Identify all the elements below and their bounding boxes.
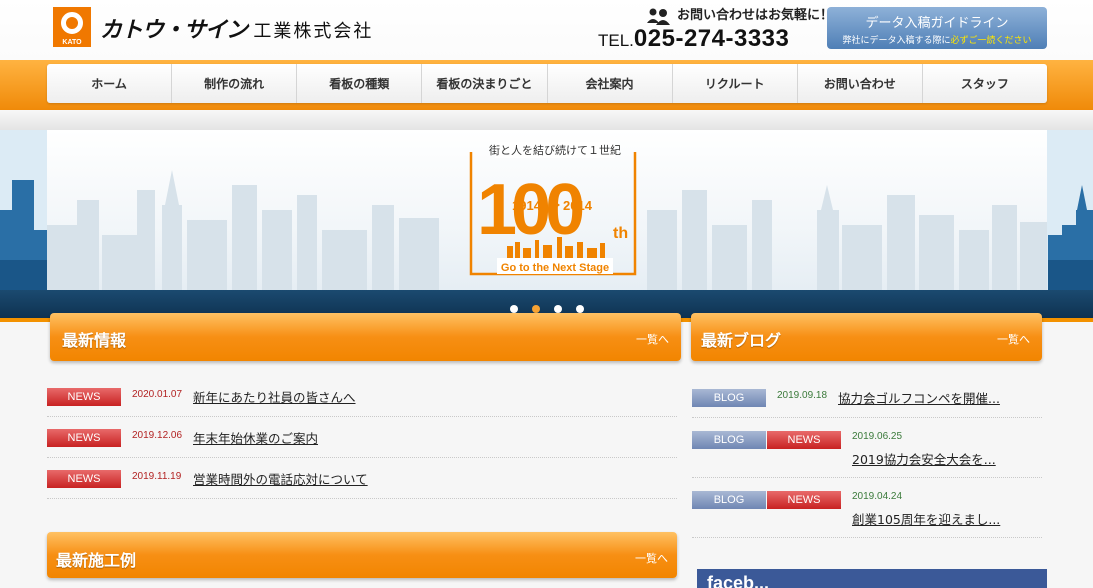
hero-subtitle: Go to the Next Stage	[501, 262, 609, 274]
guide-title: データ入稿ガイドライン	[865, 16, 1009, 31]
works-panel-header: 最新施工例 一覧へ	[47, 532, 677, 578]
contact-lead: お問い合わせはお気軽に！	[647, 4, 833, 25]
tel-number: 025-274-3333	[633, 25, 790, 52]
company-name-katakana: カトウ・サイン	[100, 18, 248, 43]
news-title-link[interactable]: 年末年始休業のご案内	[193, 428, 318, 447]
blog-title-link[interactable]: 協力会ゴルフコンペを開催...	[838, 388, 1000, 407]
logo-kato-text: KATO	[62, 39, 82, 46]
news-tag-badge: NEWS	[767, 491, 841, 509]
blog-panel-title: 最新ブログ	[701, 331, 782, 350]
blog-title-link[interactable]: 創業105周年を迎えまし...	[852, 509, 1000, 528]
news-title-link[interactable]: 新年にあたり社員の皆さんへ	[193, 387, 356, 406]
blog-date: 2019.06.25	[852, 431, 903, 442]
hero-year-to: 2014	[563, 198, 593, 213]
news-panel-header: 最新情報 一覧へ	[50, 313, 681, 361]
tel-prefix: TEL.	[598, 31, 634, 50]
site-header: KATO カトウ・サイン 工業株式会社 お問い合わせはお気軽に！ TEL.025…	[0, 0, 1093, 60]
news-more-link[interactable]: 一覧へ	[636, 331, 669, 347]
company-name-suffix: 工業株式会社	[253, 21, 374, 42]
separator-band	[0, 110, 1093, 130]
nav-item-recruit[interactable]: リクルート	[673, 64, 798, 103]
blog-row: BLOG NEWS 2019.06.25 2019協力会安全大会を...	[692, 418, 1042, 478]
news-row: NEWS 2019.12.06 年末年始休業のご案内	[47, 417, 677, 458]
nav-item-contact[interactable]: お問い合わせ	[798, 64, 923, 103]
facebook-widget[interactable]: faceb...	[697, 569, 1047, 588]
works-more-link[interactable]: 一覧へ	[635, 550, 668, 566]
hero-tagline: 街と人を結び続けて１世紀	[489, 143, 621, 157]
news-date: 2020.01.07	[132, 389, 183, 400]
logo-ring	[61, 12, 83, 34]
blog-date: 2019.09.18	[777, 390, 828, 401]
news-row: NEWS 2019.11.19 営業時間外の電話応対について	[47, 458, 677, 499]
news-title-link[interactable]: 営業時間外の電話応対について	[193, 469, 368, 488]
data-guideline-button[interactable]: データ入稿ガイドライン 弊社にデータ入稿する際に必ずご一読ください	[827, 7, 1047, 49]
nav-item-staff[interactable]: スタッフ	[923, 64, 1047, 103]
facebook-label: faceb...	[707, 573, 770, 588]
phone-number[interactable]: TEL.025-274-3333	[598, 25, 789, 53]
guide-note: 弊社にデータ入稿する際に必ずご一読ください	[827, 33, 1047, 46]
blog-more-link[interactable]: 一覧へ	[997, 331, 1030, 347]
guide-note-a: 弊社にデータ入稿する際に	[842, 36, 951, 46]
nav-item-company[interactable]: 会社案内	[548, 64, 673, 103]
nav-item-flow[interactable]: 制作の流れ	[172, 64, 298, 103]
nav-item-sign-types[interactable]: 看板の種類	[297, 64, 423, 103]
hero-slide[interactable]: 街と人を結び続けて１世紀 100 th 1914 2014 Go to the …	[47, 130, 1047, 290]
global-nav: ホーム 制作の流れ 看板の種類 看板の決まりごと 会社案内 リクルート お問い合…	[47, 64, 1047, 103]
news-tag-badge: NEWS	[47, 388, 121, 406]
blog-date: 2019.04.24	[852, 491, 903, 502]
slider-dot-3[interactable]	[553, 305, 562, 313]
blog-tag-badge: BLOG	[692, 389, 766, 407]
blog-row: BLOG 2019.09.18 協力会ゴルフコンペを開催...	[692, 377, 1042, 418]
contact-lead-text: お問い合わせはお気軽に！	[677, 8, 834, 23]
news-tag-badge: NEWS	[47, 470, 121, 488]
blog-title-link[interactable]: 2019協力会安全大会を...	[852, 449, 996, 468]
nav-item-home[interactable]: ホーム	[47, 64, 173, 103]
nav-item-sign-rules[interactable]: 看板の決まりごと	[422, 64, 548, 103]
blog-tag-badge: BLOG	[692, 431, 766, 449]
guide-note-b: 必ずご一読ください	[950, 36, 1032, 46]
news-date: 2019.11.19	[132, 471, 182, 482]
hero-year-from: 1914	[512, 198, 542, 213]
slider-dot-2[interactable]	[531, 305, 540, 313]
news-panel-title: 最新情報	[62, 331, 127, 350]
blog-row: BLOG NEWS 2019.04.24 創業105周年を迎えまし...	[692, 478, 1042, 538]
company-name[interactable]: カトウ・サイン 工業株式会社	[100, 12, 373, 44]
news-tag-badge: NEWS	[47, 429, 121, 447]
company-logo-icon[interactable]: KATO	[53, 7, 91, 47]
blog-tag-badge: BLOG	[692, 491, 766, 509]
news-tag-badge: NEWS	[767, 431, 841, 449]
news-date: 2019.12.06	[132, 430, 183, 441]
blog-panel-header: 最新ブログ 一覧へ	[691, 313, 1042, 361]
works-panel-title: 最新施工例	[56, 551, 137, 570]
person-icon	[647, 8, 670, 25]
news-row: NEWS 2020.01.07 新年にあたり社員の皆さんへ	[47, 376, 677, 417]
slider-dot-4[interactable]	[575, 305, 584, 313]
centennial-emblem-icon: 街と人を結び続けて１世紀 100 th 1914 2014 Go to the …	[469, 142, 637, 276]
slider-dot-1[interactable]	[509, 305, 518, 313]
hero-suffix: th	[613, 225, 628, 242]
